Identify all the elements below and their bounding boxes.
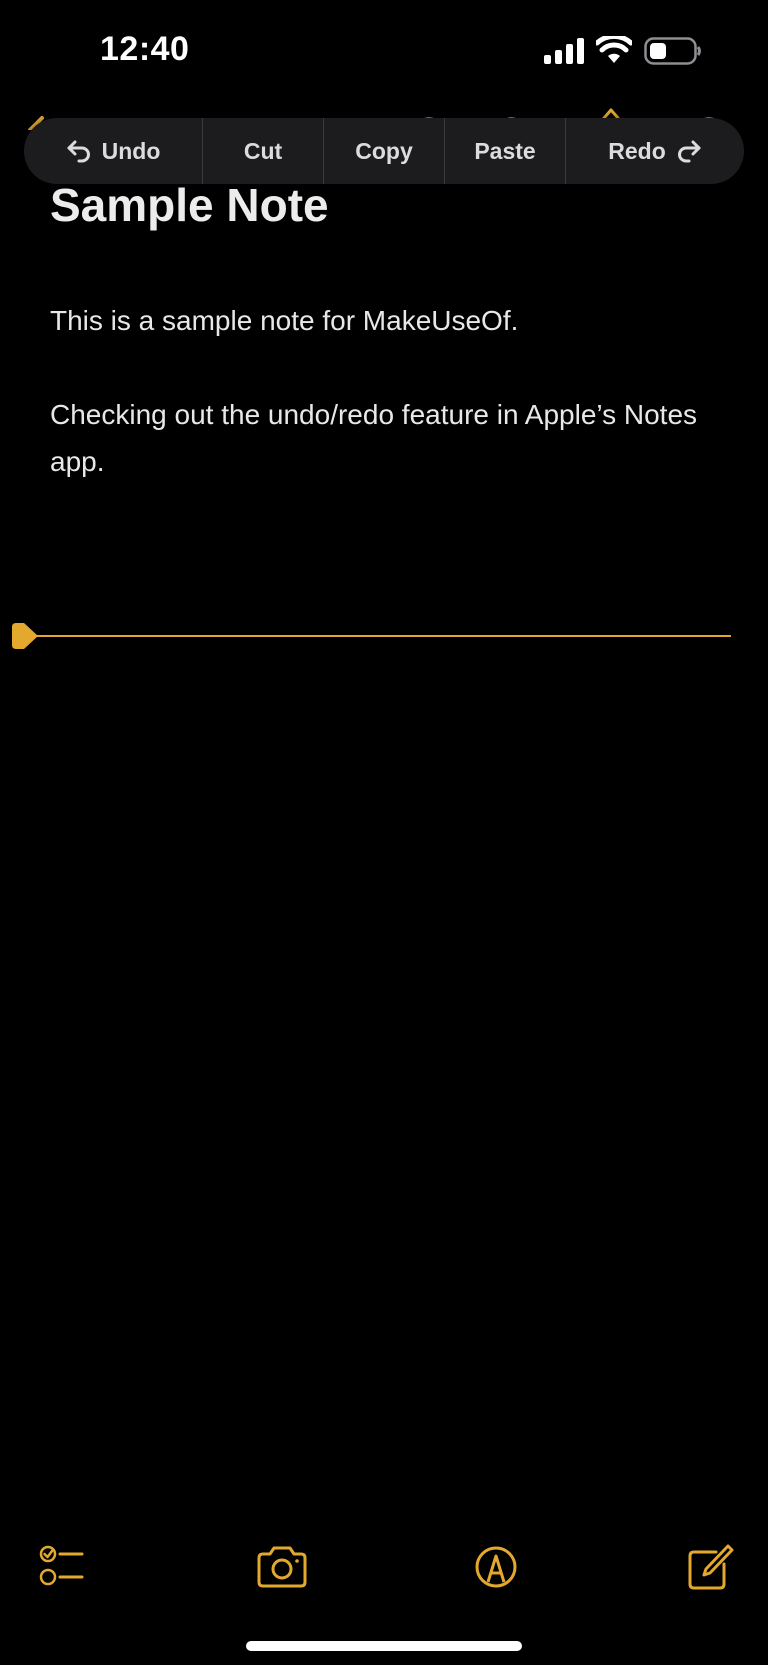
note-paragraph[interactable]: Checking out the undo/redo feature in Ap… <box>50 391 710 485</box>
undo-label: Undo <box>101 137 161 164</box>
camera-icon[interactable] <box>254 1542 310 1592</box>
note-paragraph[interactable]: This is a sample note for MakeUseOf. <box>50 297 710 344</box>
note-title[interactable]: Sample Note <box>50 178 329 232</box>
undo-arrow-icon <box>67 140 90 163</box>
compose-icon[interactable] <box>682 1542 738 1592</box>
paste-label: Paste <box>474 137 536 164</box>
cursor-guide-line <box>20 635 731 637</box>
battery-icon <box>644 37 701 65</box>
status-time: 12:40 <box>100 30 190 68</box>
home-indicator[interactable] <box>246 1641 522 1651</box>
redo-arrow-icon <box>677 140 701 163</box>
wifi-icon <box>596 36 632 63</box>
paste-button[interactable]: Paste <box>445 118 565 184</box>
cut-label: Cut <box>243 137 283 164</box>
cellular-signal-icon <box>544 38 584 64</box>
notes-screen: 12:40 Undo Cut Copy Paste Redo Sample No… <box>0 0 768 1665</box>
edit-menu: Undo Cut Copy Paste Redo <box>24 118 744 184</box>
copy-label: Copy <box>355 137 413 164</box>
undo-button[interactable]: Undo <box>24 118 202 184</box>
copy-button[interactable]: Copy <box>324 118 444 184</box>
checklist-icon[interactable] <box>38 1542 94 1592</box>
markup-pen-icon[interactable] <box>468 1542 524 1592</box>
cut-button[interactable]: Cut <box>203 118 323 184</box>
redo-button[interactable]: Redo <box>566 118 744 184</box>
redo-label: Redo <box>608 137 666 164</box>
cursor-handle-icon[interactable] <box>10 621 40 651</box>
